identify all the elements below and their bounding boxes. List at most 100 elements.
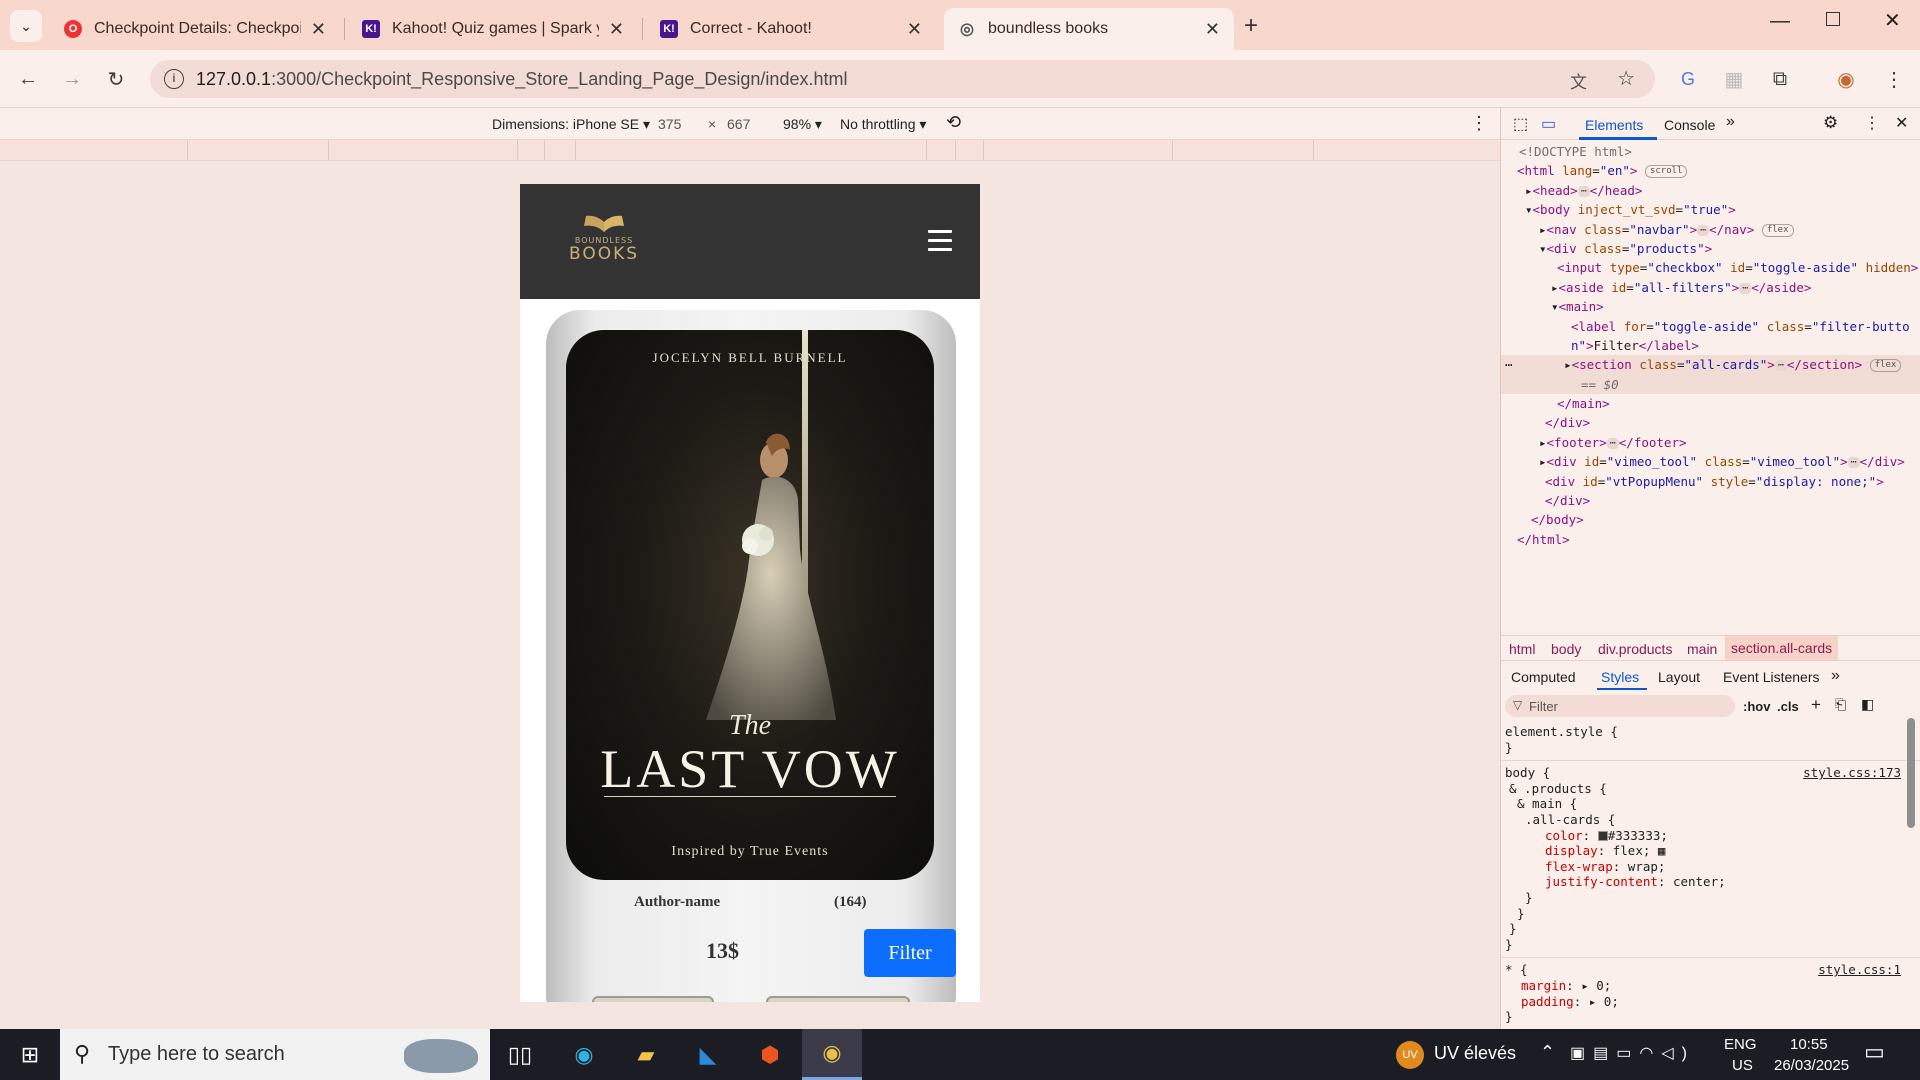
tree-line[interactable]: ▾<body inject_vt_svd="true"> [1501, 200, 1920, 219]
taskbar-search-box[interactable]: ⚲ Type here to search [60, 1029, 490, 1080]
chrome-icon[interactable]: ◉ [802, 1029, 862, 1080]
tab-kahoot-correct[interactable]: K! Correct - Kahoot! ✕ [646, 8, 936, 50]
more-tabs-icon[interactable]: » [1726, 113, 1735, 131]
device-toggle-icon[interactable]: ▭ [1541, 114, 1556, 134]
profile-avatar-icon[interactable]: ◉ [1830, 63, 1862, 95]
weather-text[interactable]: UV élevés [1434, 1043, 1516, 1064]
more-options-icon[interactable]: ⋮ [1470, 113, 1488, 134]
color-swatch[interactable] [1597, 831, 1608, 842]
width-input[interactable]: 375 [658, 116, 681, 132]
tree-line[interactable]: </main> [1501, 394, 1920, 413]
tree-line[interactable]: <!DOCTYPE html> [1501, 142, 1920, 161]
tab-console[interactable]: Console [1664, 117, 1715, 133]
tree-line[interactable]: ▸<footer> ⋯ </footer> [1501, 433, 1920, 452]
tree-line[interactable]: <label for="toggle-aside" class="filter-… [1501, 317, 1920, 336]
styles-filter-input[interactable]: ▽ Filter [1505, 695, 1735, 717]
crumb-html[interactable]: html [1509, 641, 1535, 657]
restore-icon[interactable] [1826, 12, 1840, 26]
tree-line[interactable]: ▾<div class="products"> [1501, 239, 1920, 258]
devtools-menu-icon[interactable]: ⋮ [1864, 113, 1880, 133]
tab-boundless-books[interactable]: ◎ boundless books ✕ [944, 8, 1234, 50]
forward-icon[interactable]: → [56, 63, 88, 95]
edge-icon[interactable]: ◉ [554, 1029, 614, 1080]
media-query-ruler[interactable] [0, 140, 1500, 161]
lang-eng[interactable]: ENG [1724, 1036, 1757, 1053]
tree-line-selected[interactable]: ⋯ ▸<section class="all-cards"> ⋯ </section… [1501, 355, 1920, 375]
throttling-select[interactable]: No throttling ▾ [840, 116, 926, 133]
close-icon[interactable]: ✕ [311, 19, 326, 40]
inspect-element-icon[interactable]: ⬚ [1513, 114, 1528, 134]
tree-line[interactable]: <input type="checkbox" id="toggle-aside"… [1501, 258, 1920, 277]
site-info-icon[interactable]: i [164, 69, 184, 89]
google-translate-extension-icon[interactable]: G [1672, 63, 1704, 95]
hov-toggle[interactable]: :hov [1743, 699, 1770, 714]
tab-checkpoint[interactable]: O Checkpoint Details: Checkpoint ✕ [50, 8, 340, 50]
height-input[interactable]: 667 [727, 116, 750, 132]
boundless-books-logo[interactable]: BOUNDLESS BOOKS [568, 212, 640, 268]
tree-line[interactable]: </body> [1501, 510, 1920, 529]
close-devtools-icon[interactable]: ✕ [1895, 113, 1908, 133]
new-style-rule-icon[interactable]: + [1811, 695, 1821, 715]
source-link[interactable]: style.css:1 [1818, 962, 1901, 978]
cls-toggle[interactable]: .cls [1777, 699, 1799, 714]
tab-kahoot[interactable]: K! Kahoot! Quiz games | Spark you ✕ [348, 8, 638, 50]
rotate-icon[interactable]: ⟲ [946, 112, 961, 133]
more-subtabs-icon[interactable]: » [1831, 667, 1840, 685]
tab-elements[interactable]: Elements [1585, 117, 1643, 133]
extension-icon[interactable]: ▦ [1718, 63, 1750, 95]
tree-line[interactable]: <div id="vtPopupMenu" style="display: no… [1501, 472, 1920, 491]
close-window-icon[interactable]: ✕ [1884, 8, 1901, 33]
tree-line[interactable]: <html lang="en"> scroll [1501, 161, 1920, 180]
tab-search-button[interactable]: ⌄ [10, 10, 42, 42]
address-bar[interactable]: i 127.0.0.1:3000/Checkpoint_Responsive_S… [150, 60, 1655, 98]
vscode-icon[interactable]: ◣ [678, 1029, 738, 1080]
zoom-select[interactable]: 98% ▾ [783, 116, 822, 133]
settings-gear-icon[interactable]: ⚙ [1823, 113, 1838, 133]
source-link[interactable]: style.css:173 [1803, 765, 1901, 781]
tab-layout[interactable]: Layout [1658, 669, 1700, 685]
device-select[interactable]: Dimensions: iPhone SE ▾ [492, 116, 650, 133]
crumb-body[interactable]: body [1551, 641, 1581, 657]
paint-icon[interactable]: ⎗ [1835, 696, 1846, 713]
tree-line[interactable]: </div> [1501, 491, 1920, 510]
tree-line[interactable]: n">Filter</label> [1501, 336, 1920, 355]
back-icon[interactable]: ← [12, 63, 44, 95]
tree-line[interactable]: ▸<div id="vimeo_tool" class="vimeo_tool"… [1501, 452, 1920, 471]
new-tab-button[interactable]: + [1244, 12, 1258, 40]
styles-scrollbar[interactable] [1907, 718, 1915, 828]
file-explorer-icon[interactable]: ▰ [616, 1029, 676, 1080]
tray-icons[interactable]: ▣▤▭◠◁) [1570, 1043, 1695, 1063]
filter-button[interactable]: Filter [864, 929, 956, 977]
crumb-div-products[interactable]: div.products [1598, 641, 1672, 657]
minimize-icon[interactable]: — [1770, 10, 1790, 33]
clock-date[interactable]: 26/03/2025 [1774, 1057, 1849, 1074]
tree-line[interactable]: ▸<nav class="navbar"> ⋯ </nav> flex [1501, 220, 1920, 239]
crumb-section-all-cards[interactable]: section.all-cards [1725, 636, 1839, 660]
tree-line[interactable]: ▸<head> ⋯ </head> [1501, 181, 1920, 200]
extensions-puzzle-icon[interactable]: ⧉ [1764, 63, 1796, 95]
reload-icon[interactable]: ↻ [100, 63, 132, 95]
clock-time[interactable]: 10:55 [1790, 1036, 1828, 1053]
hamburger-menu-icon[interactable] [928, 230, 952, 252]
show-hidden-icons-chevron[interactable]: ⌃ [1540, 1042, 1555, 1063]
tab-computed[interactable]: Computed [1511, 669, 1576, 685]
translate-icon[interactable]: 文 [1570, 68, 1587, 93]
dom-tree[interactable]: <!DOCTYPE html> <html lang="en"> scroll … [1501, 142, 1920, 549]
close-icon[interactable]: ✕ [1205, 19, 1220, 40]
menu-kebab-icon[interactable]: ⋮ [1878, 63, 1910, 95]
book-card[interactable]: JOCELYN BELL BURNELL The LAST VOW Inspir… [546, 310, 956, 1002]
tab-event-listeners[interactable]: Event Listeners [1723, 669, 1820, 685]
tree-line[interactable]: ▸<aside id="all-filters"> ⋯ </aside> [1501, 278, 1920, 297]
tab-styles[interactable]: Styles [1601, 669, 1639, 685]
flex-editor-icon[interactable]: ▦ [1658, 843, 1666, 858]
notifications-icon[interactable]: ▭ [1864, 1039, 1885, 1065]
close-icon[interactable]: ✕ [609, 19, 624, 40]
ubuntu-icon[interactable]: ⬢ [740, 1029, 800, 1080]
close-icon[interactable]: ✕ [907, 19, 922, 40]
task-view-icon[interactable]: ▯▯ [490, 1029, 550, 1080]
tree-line[interactable]: ▾<main> [1501, 297, 1920, 316]
lang-us[interactable]: US [1732, 1057, 1753, 1074]
style-rule-header[interactable]: element.style { [1501, 724, 1920, 740]
crumb-main[interactable]: main [1687, 641, 1717, 657]
windows-start-icon[interactable]: ⊞ [0, 1029, 60, 1080]
